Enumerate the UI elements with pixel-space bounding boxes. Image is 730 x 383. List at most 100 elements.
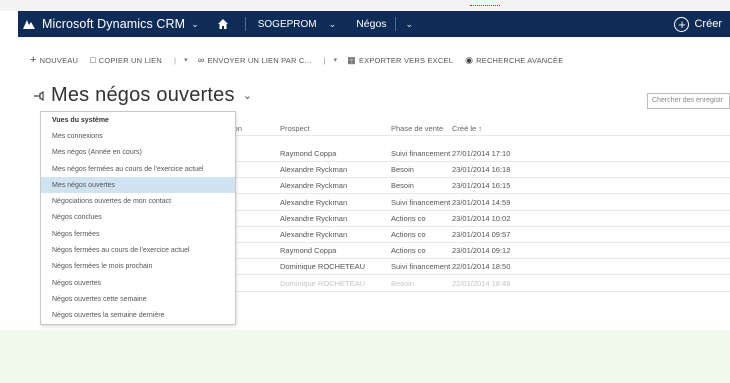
prospect-cell: Dominique ROCHETEAU bbox=[280, 278, 366, 288]
row-divider bbox=[232, 290, 730, 292]
copy-link-dropdown[interactable]: ▾ bbox=[184, 56, 188, 64]
link-icon: ∞ bbox=[197, 55, 205, 65]
command-separator: | bbox=[174, 55, 177, 65]
sales-phase-cell: Besoin bbox=[391, 165, 414, 175]
sales-phase-cell: Actions co bbox=[391, 213, 426, 223]
sales-phase-cell: Actions co bbox=[391, 246, 426, 256]
advanced-search-button[interactable]: ◉ RECHERCHE AVANCÉE bbox=[465, 55, 563, 66]
row-divider bbox=[232, 209, 730, 211]
row-divider bbox=[232, 177, 730, 179]
nav-area-menu[interactable]: Négos ⌄ bbox=[342, 17, 419, 31]
app-logo[interactable]: Microsoft Dynamics CRM ⌄ bbox=[18, 11, 199, 37]
export-excel-label: EXPORTER VERS EXCEL bbox=[358, 55, 454, 65]
sales-phase-cell: Besoin bbox=[391, 181, 414, 191]
plus-circle-icon: + bbox=[674, 16, 690, 32]
table-row[interactable]: Alexandre Ryckman Actions co 23/01/2014 09… bbox=[280, 230, 532, 239]
prospect-cell: Raymond Coppa bbox=[280, 149, 337, 158]
page-icon: □ bbox=[90, 55, 96, 65]
chevron-down-icon: ⌄ bbox=[191, 18, 199, 29]
crm-screenshot: Microsoft Dynamics CRM ⌄ SOGEPROM ⌄ Négo… bbox=[0, 0, 730, 330]
prospect-cell: Alexandre Ryckman bbox=[280, 213, 348, 223]
view-menu-item[interactable]: Négociations ouvertes de mon contact bbox=[41, 193, 235, 209]
table-row[interactable]: Alexandre Ryckman Suivi financement 23/01/… bbox=[280, 198, 532, 207]
prospect-cell: Alexandre Ryckman bbox=[280, 197, 348, 207]
sales-phase-cell: Suivi financement bbox=[391, 197, 451, 207]
chevron-down-icon: ⌄ bbox=[242, 90, 252, 102]
view-menu-item[interactable]: Mes négos (Année en cours) bbox=[41, 145, 235, 161]
created-on-cell: 23/01/2014 09:57 bbox=[452, 230, 511, 239]
chevron-down-icon: ⌄ bbox=[405, 18, 414, 29]
send-link-dropdown[interactable]: ▾ bbox=[334, 56, 338, 64]
sales-phase-cell: Suivi financement bbox=[391, 262, 451, 272]
prospect-cell: Alexandre Ryckman bbox=[280, 181, 348, 191]
prospect-cell: Alexandre Ryckman bbox=[280, 165, 348, 175]
pin-icon[interactable] bbox=[33, 90, 45, 102]
created-on-cell: 23/01/2014 14:59 bbox=[452, 197, 511, 207]
top-navigation-bar: Microsoft Dynamics CRM ⌄ SOGEPROM ⌄ Négo… bbox=[18, 11, 730, 37]
view-menu-item[interactable]: Négos fermées bbox=[41, 226, 235, 242]
row-divider bbox=[232, 258, 730, 260]
new-label: NOUVEAU bbox=[39, 55, 79, 65]
advanced-search-label: RECHERCHE AVANCÉE bbox=[476, 55, 564, 65]
table-row[interactable]: Alexandre Ryckman Besoin 23/01/2014 16:15 bbox=[280, 181, 532, 190]
command-separator: | bbox=[323, 55, 326, 65]
search-input[interactable]: Chercher des enregistr bbox=[647, 93, 730, 109]
created-on-cell: 23/01/2014 10:02 bbox=[452, 213, 511, 223]
column-header-phase[interactable]: Phase de vente bbox=[391, 124, 452, 133]
row-divider bbox=[232, 274, 730, 276]
prospect-cell: Dominique ROCHETEAU bbox=[280, 262, 366, 272]
table-row[interactable]: Dominique ROCHETEAU Suivi financement 22/0… bbox=[280, 262, 532, 271]
view-menu-item[interactable]: Mes connexions bbox=[41, 128, 235, 144]
prospect-cell: Raymond Coppa bbox=[280, 246, 337, 256]
view-menu-item[interactable]: Mes négos fermées au cours de l'exercice… bbox=[41, 161, 235, 177]
view-menu-item[interactable]: Négos ouvertes la semaine dernière bbox=[41, 308, 235, 324]
view-menu-item[interactable]: Négos fermées le mois prochain bbox=[41, 259, 235, 275]
grid-header-divider bbox=[232, 135, 730, 136]
table-row[interactable]: Dominique ROCHETEAU Besoin 22/01/2014 18:4… bbox=[280, 279, 532, 288]
copy-link-button[interactable]: □ COPIER UN LIEN bbox=[90, 55, 162, 65]
view-menu-item[interactable]: Mes négos ouvertes bbox=[41, 177, 235, 194]
page-title: Mes négos ouvertes bbox=[51, 84, 235, 106]
plus-icon: + bbox=[30, 54, 37, 66]
created-on-cell: 22/01/2014 18:48 bbox=[452, 278, 511, 288]
send-link-label: ENVOYER UN LIEN PAR C... bbox=[207, 55, 312, 65]
view-menu-item[interactable]: Négos conclues bbox=[41, 210, 235, 226]
command-bar: + NOUVEAU □ COPIER UN LIEN | ▾ ∞ ENVOYER… bbox=[30, 52, 575, 68]
spellcheck-underline bbox=[470, 2, 500, 6]
dynamics-logo-icon bbox=[23, 20, 35, 29]
table-row[interactable]: Alexandre Ryckman Actions co 23/01/2014 10… bbox=[280, 214, 532, 223]
table-row[interactable]: Raymond Coppa Suivi financement 27/01/2014… bbox=[280, 149, 532, 158]
excel-icon: ▦ bbox=[347, 54, 356, 65]
row-divider bbox=[232, 193, 730, 195]
home-icon[interactable] bbox=[217, 18, 229, 30]
grid-header: Prospect Phase de vente Créé le ↑ bbox=[280, 124, 532, 133]
nav-separator bbox=[244, 17, 246, 31]
chevron-down-icon: ⌄ bbox=[328, 18, 337, 29]
created-on-cell: 22/01/2014 18:50 bbox=[452, 262, 511, 272]
view-menu-item[interactable]: Négos ouvertes bbox=[41, 275, 235, 291]
row-divider bbox=[232, 242, 730, 243]
menu-group-header: Vues du système bbox=[52, 116, 109, 124]
view-menu-item[interactable]: Négos fermées au cours de l'exercice act… bbox=[41, 242, 235, 258]
table-row[interactable]: Raymond Coppa Actions co 23/01/2014 09:12 bbox=[280, 246, 532, 255]
new-button[interactable]: + NOUVEAU bbox=[30, 54, 78, 66]
menu-item-list: Mes connexions Mes négos (Année en cours)… bbox=[41, 128, 235, 324]
created-on-cell: 27/01/2014 17:10 bbox=[452, 149, 511, 158]
view-menu-item[interactable]: Négos ouvertes cette semaine bbox=[41, 291, 235, 307]
column-header-created[interactable]: Créé le ↑ bbox=[452, 124, 532, 133]
page-background bbox=[0, 330, 730, 383]
column-header-prospect[interactable]: Prospect bbox=[280, 124, 391, 133]
view-selector[interactable]: Mes négos ouvertes ⌄ bbox=[33, 84, 252, 107]
app-title: Microsoft Dynamics CRM bbox=[42, 17, 186, 31]
sales-phase-cell: Suivi financement bbox=[391, 149, 451, 158]
sales-phase-cell: Actions co bbox=[391, 230, 426, 239]
send-link-button[interactable]: ∞ ENVOYER UN LIEN PAR C... bbox=[198, 55, 311, 65]
table-row[interactable]: Alexandre Ryckman Besoin 23/01/2014 16:18 bbox=[280, 165, 532, 174]
nav-org-label: SOGEPROM bbox=[257, 18, 317, 30]
nav-org-menu[interactable]: SOGEPROM ⌄ bbox=[252, 19, 342, 30]
export-excel-button[interactable]: ▦ EXPORTER VERS EXCEL bbox=[347, 55, 453, 66]
cropped-document-strip bbox=[0, 0, 730, 11]
create-button[interactable]: + Créer bbox=[674, 16, 730, 32]
row-divider bbox=[232, 225, 730, 227]
nav-area-label: Négos bbox=[356, 18, 387, 30]
